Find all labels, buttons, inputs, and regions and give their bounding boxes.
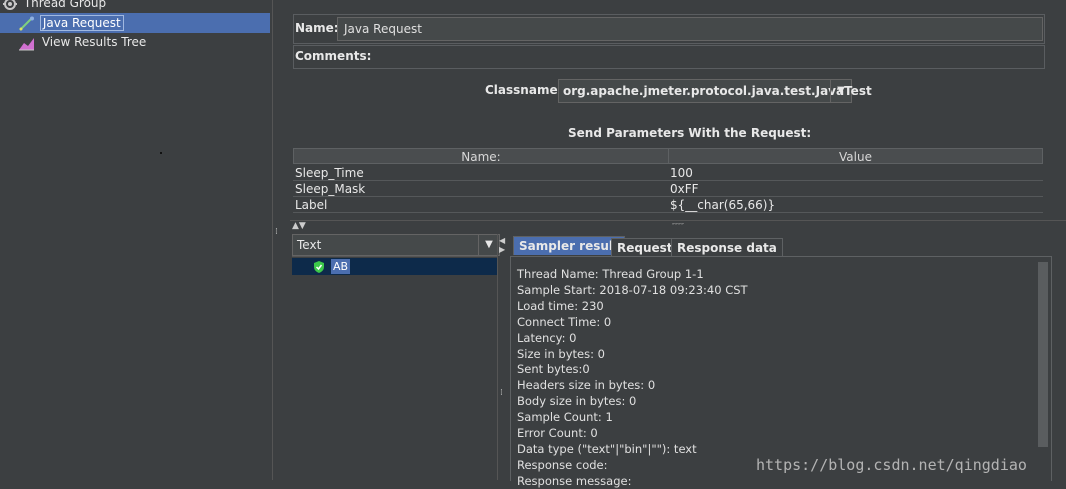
table-row-value[interactable]: ${__char(65,66)} [668, 197, 1043, 213]
result-line: Connect Time: 0 [517, 314, 612, 329]
params-title: Send Parameters With the Request: [568, 126, 812, 140]
table-row-value[interactable]: 100 [668, 165, 1043, 181]
table-row-name[interactable]: Sleep_Mask [293, 181, 669, 197]
result-line: Thread Name: Thread Group 1-1 [517, 267, 704, 281]
table-row-name[interactable]: Label [293, 197, 669, 213]
horizontal-splitter-grip[interactable]: ″″″″ [672, 223, 684, 231]
tree-item-label: View Results Tree [41, 35, 147, 49]
name-label: Name: [295, 21, 339, 35]
test-plan-tree[interactable]: Thread Group Java Request View Results T… [0, 0, 273, 480]
result-line: Sample Count: 1 [517, 410, 613, 425]
tab-response-data[interactable]: Response data [671, 238, 783, 257]
name-input[interactable]: Java Request [337, 17, 1043, 41]
renderer-value: Text [297, 238, 322, 252]
result-line: Headers size in bytes: 0 [517, 378, 656, 393]
results-splitter[interactable] [497, 234, 508, 480]
result-line: Sample Start: 2018-07-18 09:23:40 CST [517, 282, 748, 297]
table-row-name[interactable]: Sleep_Time [293, 165, 669, 181]
result-line: Load time: 230 [517, 298, 604, 313]
table-row-value[interactable]: 0xFF [668, 181, 1043, 197]
col-header-name[interactable]: Name: [293, 148, 669, 164]
result-line: Sent bytes:0 [517, 362, 590, 377]
watermark-text: https://blog.csdn.net/qingdiao [756, 456, 1027, 474]
tab-request[interactable]: Request [611, 238, 679, 257]
splitter-grip: ⁞ [500, 388, 503, 398]
gear-icon [2, 0, 18, 11]
results-list [292, 256, 498, 481]
expand-arrows-icon[interactable]: ◀ ▶ [499, 236, 505, 254]
tree-item-label: Thread Group [23, 0, 107, 10]
classname-select[interactable]: org.apache.jmeter.protocol.java.test.Jav… [558, 79, 872, 103]
chevron-down-icon[interactable]: ▼ [830, 80, 851, 102]
col-header-value[interactable]: Value [668, 148, 1043, 164]
results-scrollbar[interactable] [1038, 262, 1048, 447]
result-line: Body size in bytes: 0 [517, 394, 637, 409]
tree-dot [160, 152, 162, 154]
result-line: Error Count: 0 [517, 426, 598, 440]
renderer-select[interactable]: Text ▼ [292, 234, 500, 256]
classname-value: org.apache.jmeter.protocol.java.test.Jav… [563, 84, 872, 98]
comments-row [293, 45, 1045, 69]
result-line: Data type ("text"|"bin"|""): text [517, 441, 697, 456]
result-line: Size in bytes: 0 [517, 346, 605, 361]
splitter-grip: ⁞ [275, 227, 278, 237]
result-line: Response code: [517, 457, 608, 472]
result-line: Latency: 0 [517, 330, 577, 345]
pipette-icon [18, 16, 36, 32]
tree-item-view-results-tree[interactable]: View Results Tree [18, 33, 148, 51]
tree-item-java-request[interactable]: Java Request [18, 14, 124, 32]
result-item-label[interactable]: AB [331, 259, 351, 274]
shield-check-icon [312, 260, 326, 274]
tab-sampler-result[interactable]: Sampler result [513, 236, 625, 255]
tree-item-thread-group[interactable]: Thread Group [2, 0, 108, 12]
collapse-arrows-icon[interactable]: ▲▼ [292, 221, 306, 231]
comments-label: Comments: [295, 49, 372, 63]
classname-label: Classname: [485, 83, 563, 97]
result-line: Response message: [517, 473, 632, 488]
chart-icon [18, 35, 36, 51]
tree-item-label: Java Request [39, 15, 124, 31]
chevron-down-icon[interactable]: ▼ [478, 235, 499, 255]
